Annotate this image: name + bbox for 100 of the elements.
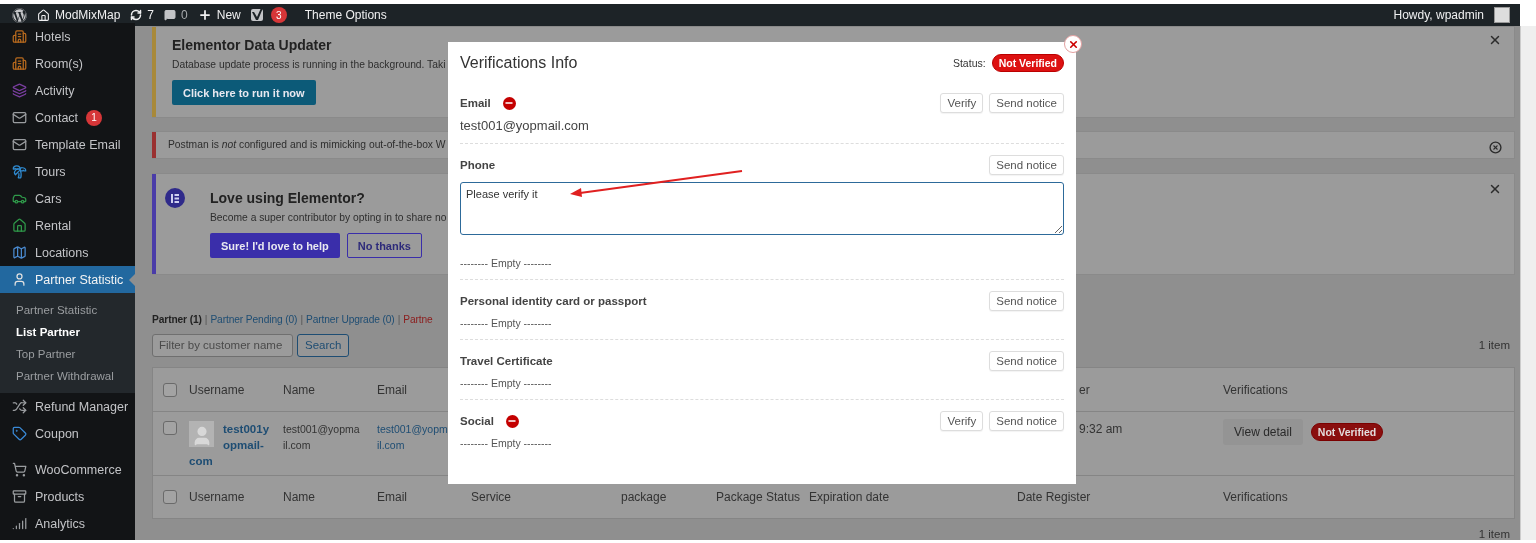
menu-icon bbox=[12, 516, 27, 531]
empty-text: -------- Empty -------- bbox=[460, 257, 553, 269]
checkbox[interactable] bbox=[163, 382, 177, 397]
section-button[interactable]: Verify bbox=[940, 93, 984, 113]
submenu-item[interactable]: Top Partner bbox=[0, 343, 135, 365]
email-value: test001@yopmail.com bbox=[460, 118, 590, 133]
notice-text: Become a super contributor by opting in to share no bbox=[210, 212, 447, 223]
column-header: Verifications bbox=[1223, 381, 1289, 398]
column-header: Username bbox=[189, 489, 246, 505]
section-label: Travel Certificate bbox=[460, 355, 553, 367]
notice-button[interactable]: Click here to run it now bbox=[172, 80, 316, 105]
separator-text: | bbox=[204, 313, 208, 325]
seo-icon[interactable] bbox=[250, 8, 266, 22]
count-badge: 3 bbox=[270, 7, 287, 23]
notice-button[interactable]: Sure! I'd love to help bbox=[210, 233, 340, 258]
sidebar-item[interactable]: Tours bbox=[0, 158, 135, 185]
sidebar-item[interactable]: Partner Statistic bbox=[0, 266, 135, 293]
sidebar-item[interactable]: Locations bbox=[0, 239, 135, 266]
table-cell-text: test001@yopma il.com bbox=[283, 422, 361, 453]
sidebar-item[interactable]: Analytics bbox=[0, 510, 135, 537]
menu-icon bbox=[12, 399, 27, 414]
view-detail-button[interactable]: View detail bbox=[1223, 419, 1303, 445]
column-header: Email bbox=[377, 489, 408, 505]
updates-link[interactable]: 7 bbox=[130, 8, 155, 22]
menu-icon bbox=[12, 462, 27, 477]
section-label: Email bbox=[460, 97, 491, 109]
menu-icon bbox=[12, 245, 27, 260]
notice-text: Database update process is running in the background. Taki bbox=[172, 59, 446, 70]
sidebar-item[interactable]: Template Email bbox=[0, 131, 135, 158]
notice-text: Postman is not configured and is mimicking out-of-the-box W bbox=[168, 139, 446, 150]
section-button[interactable]: Send notice bbox=[989, 411, 1064, 431]
search-field[interactable]: Filter by customer name bbox=[152, 333, 293, 357]
checkbox[interactable] bbox=[163, 421, 177, 435]
separator-text: | bbox=[397, 313, 401, 325]
note-field[interactable]: Please verify it bbox=[460, 182, 1064, 235]
wordpress-icon[interactable] bbox=[12, 7, 27, 23]
sidebar-item[interactable]: Room(s) bbox=[0, 50, 135, 77]
avatar-icon bbox=[189, 421, 214, 447]
section-button[interactable]: Send notice bbox=[989, 351, 1064, 371]
close-icon[interactable] bbox=[1488, 182, 1502, 196]
menu-icon bbox=[12, 426, 27, 441]
sidebar-item[interactable]: Hotels bbox=[0, 23, 135, 50]
count-badge: 1 bbox=[86, 109, 103, 126]
close-icon[interactable] bbox=[1488, 33, 1502, 47]
home-icon bbox=[37, 8, 50, 22]
comments-link[interactable]: 0 bbox=[164, 8, 188, 22]
sidebar-item[interactable]: Cars bbox=[0, 185, 135, 212]
section-label: Social bbox=[460, 415, 494, 427]
close-icon bbox=[1067, 38, 1079, 50]
new-link[interactable]: New bbox=[197, 8, 241, 22]
column-header: Username bbox=[189, 381, 246, 398]
column-header: er bbox=[1078, 381, 1091, 398]
sidebar-item[interactable]: Rental bbox=[0, 212, 135, 239]
menu-icon bbox=[12, 110, 27, 125]
section-label: Personal identity card or passport bbox=[460, 295, 647, 307]
plus-icon bbox=[197, 8, 212, 22]
menu-icon bbox=[12, 83, 27, 98]
column-header: Name bbox=[283, 489, 316, 505]
checkbox[interactable] bbox=[163, 490, 177, 504]
status-badge: Not Verified bbox=[1310, 423, 1384, 441]
empty-text: -------- Empty -------- bbox=[460, 317, 553, 329]
menu-icon bbox=[12, 56, 27, 71]
filter-link[interactable]: Partner (1) bbox=[152, 313, 202, 325]
refresh-icon bbox=[130, 9, 143, 21]
status-badge: Not Verified bbox=[991, 54, 1064, 72]
column-header: Email bbox=[377, 381, 408, 398]
column-header: Name bbox=[283, 381, 316, 398]
greeting-text[interactable]: Howdy, wpadmin bbox=[1393, 8, 1484, 22]
submenu-item[interactable]: List Partner bbox=[0, 321, 135, 343]
empty-text: -------- Empty -------- bbox=[460, 437, 553, 449]
theme-options-link[interactable]: Theme Options bbox=[304, 8, 387, 22]
sidebar-item[interactable]: WooCommerce bbox=[0, 456, 135, 483]
section-button[interactable]: Verify bbox=[940, 411, 984, 431]
section-button[interactable]: Send notice bbox=[989, 155, 1064, 175]
section-button[interactable]: Send notice bbox=[989, 93, 1064, 113]
elementor-icon bbox=[165, 188, 185, 208]
section-button[interactable]: Send notice bbox=[989, 291, 1064, 311]
sidebar-item[interactable]: Refund Manager bbox=[0, 393, 135, 420]
sidebar-item[interactable]: Contact 1 bbox=[0, 104, 135, 131]
close-icon[interactable] bbox=[1489, 141, 1502, 154]
notice-title: Elementor Data Updater bbox=[172, 37, 333, 53]
sidebar-item[interactable]: Activity bbox=[0, 77, 135, 104]
menu-icon bbox=[12, 29, 27, 44]
section-label: Phone bbox=[460, 159, 496, 171]
menu-icon bbox=[12, 218, 27, 233]
menu-icon bbox=[12, 137, 27, 152]
site-link[interactable]: ModMixMap bbox=[37, 8, 121, 22]
sidebar-item[interactable]: Coupon bbox=[0, 420, 135, 447]
item-count: 1 item bbox=[1477, 528, 1511, 540]
submenu-item[interactable]: Partner Statistic bbox=[0, 299, 135, 321]
menu-icon bbox=[12, 164, 27, 179]
item-count: 1 item bbox=[1478, 339, 1511, 351]
notice-button[interactable]: No thanks bbox=[346, 233, 422, 258]
status-label: Status: bbox=[952, 57, 986, 69]
submenu-item[interactable]: Partner Withdrawal bbox=[0, 365, 135, 387]
sidebar-item[interactable]: Products bbox=[0, 483, 135, 510]
comment-icon bbox=[164, 9, 177, 21]
column-header: Package Status bbox=[716, 489, 802, 505]
column-header: Verifications bbox=[1223, 489, 1289, 505]
dialog-title: Verifications Info bbox=[460, 54, 579, 72]
